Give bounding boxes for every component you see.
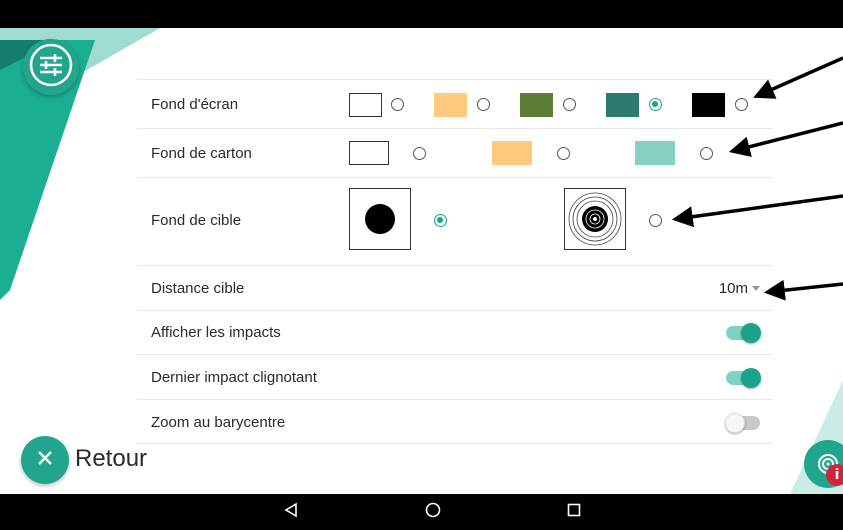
setting-label-distance: Distance cible (151, 280, 245, 297)
setting-label-afficher-impacts: Afficher les impacts (151, 324, 281, 341)
radio-ecran-olive[interactable] (563, 98, 576, 111)
target-option-ringed[interactable] (564, 188, 626, 250)
toggle-knob (725, 413, 745, 433)
radio-ecran-teal[interactable] (649, 98, 662, 111)
back-triangle-icon (283, 502, 299, 523)
recents-square-icon (566, 502, 582, 523)
nav-recents-button[interactable] (554, 494, 594, 530)
swatch-teal[interactable] (606, 93, 639, 117)
setting-row-distance[interactable]: Distance cible 10m (137, 265, 772, 310)
setting-row-dernier-impact: Dernier impact clignotant (137, 354, 772, 399)
home-circle-icon (425, 502, 441, 523)
radio-ecran-black[interactable] (735, 98, 748, 111)
nav-home-button[interactable] (413, 494, 453, 530)
setting-label-dernier-impact: Dernier impact clignotant (151, 369, 317, 386)
close-icon (35, 448, 55, 473)
navigation-bar (0, 494, 843, 530)
swatch-olive[interactable] (520, 93, 553, 117)
back-label[interactable]: Retour (75, 445, 147, 473)
info-badge[interactable]: i (826, 464, 843, 486)
arrow-distance (763, 279, 843, 301)
radio-ecran-orange[interactable] (477, 98, 490, 111)
setting-row-afficher-impacts: Afficher les impacts (137, 310, 772, 354)
swatch-orange[interactable] (434, 93, 467, 117)
sliders-icon (28, 42, 74, 93)
setting-label-zoom-barycentre: Zoom au barycentre (151, 414, 286, 431)
swatch-white[interactable] (349, 93, 382, 117)
radio-cible-ringed[interactable] (649, 214, 662, 227)
chevron-down-icon[interactable] (752, 286, 760, 291)
back-button[interactable] (21, 436, 69, 484)
ringed-target-icon (565, 192, 625, 253)
solid-target-icon (350, 204, 410, 253)
nav-back-button[interactable] (271, 494, 311, 530)
swatch-carton-orange[interactable] (492, 141, 532, 165)
toggle-afficher-impacts[interactable] (726, 323, 761, 343)
setting-row-fond-cible: Fond de cible (137, 177, 772, 265)
radio-carton-orange[interactable] (557, 147, 570, 160)
toggle-zoom-barycentre[interactable] (725, 413, 760, 433)
swatch-carton-white[interactable] (349, 141, 389, 165)
toggle-knob (741, 323, 761, 343)
setting-row-zoom-barycentre: Zoom au barycentre (137, 399, 772, 444)
settings-sliders-button[interactable] (23, 39, 79, 95)
setting-label-fond-cible: Fond de cible (151, 212, 242, 229)
swatch-carton-mint[interactable] (635, 141, 675, 165)
radio-carton-white[interactable] (413, 147, 426, 160)
distance-dropdown-value[interactable]: 10m (719, 280, 748, 297)
setting-row-fond-ecran: Fond d'écran (137, 79, 772, 128)
status-bar (0, 0, 843, 28)
radio-ecran-white[interactable] (391, 98, 404, 111)
radio-carton-mint[interactable] (700, 147, 713, 160)
setting-label-fond-carton: Fond de carton (151, 145, 252, 162)
swatch-black[interactable] (692, 93, 725, 117)
toggle-knob (741, 368, 761, 388)
setting-label-fond-ecran: Fond d'écran (151, 96, 239, 113)
setting-row-fond-carton: Fond de carton (137, 128, 772, 177)
radio-cible-solid[interactable] (434, 214, 447, 227)
target-option-solid[interactable] (349, 188, 411, 250)
toggle-dernier-impact[interactable] (726, 368, 761, 388)
